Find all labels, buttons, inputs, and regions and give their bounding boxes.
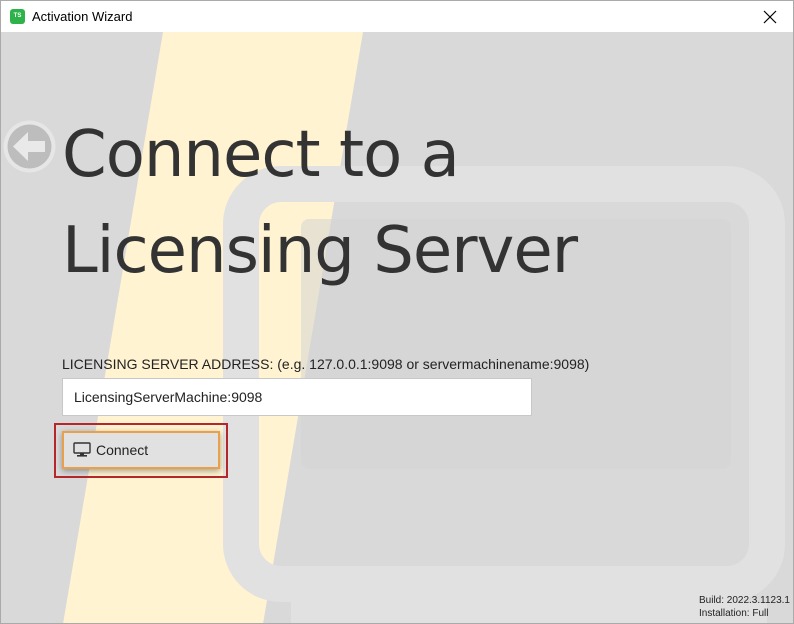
server-address-input[interactable] bbox=[62, 378, 532, 416]
page-title: Connect to a Licensing Server bbox=[62, 107, 578, 299]
activation-wizard-window: TS Activation Wizard Connect to a Licens… bbox=[0, 0, 794, 624]
connect-button-label: Connect bbox=[96, 442, 149, 458]
server-address-label: LICENSING SERVER ADDRESS: (e.g. 127.0.0.… bbox=[62, 356, 590, 372]
app-logo-icon: TS bbox=[10, 9, 25, 24]
close-icon bbox=[763, 10, 777, 23]
window-title: Activation Wizard bbox=[32, 9, 133, 24]
installation-type: Installation: Full bbox=[698, 608, 769, 619]
back-button[interactable] bbox=[2, 119, 57, 174]
monitor-icon bbox=[73, 442, 91, 458]
arrow-left-circle-icon bbox=[3, 120, 56, 173]
connect-button[interactable]: Connect bbox=[62, 431, 220, 469]
page-title-line-1: Connect to a bbox=[62, 118, 460, 192]
close-button[interactable] bbox=[747, 1, 793, 32]
page-title-line-2: Licensing Server bbox=[62, 214, 578, 288]
build-version: Build: 2022.3.1123.1 bbox=[698, 595, 790, 606]
title-bar: TS Activation Wizard bbox=[1, 1, 793, 32]
build-info: Build: 2022.3.1123.1 Installation: Full bbox=[699, 594, 790, 620]
wizard-content: Connect to a Licensing Server LICENSING … bbox=[1, 32, 793, 623]
